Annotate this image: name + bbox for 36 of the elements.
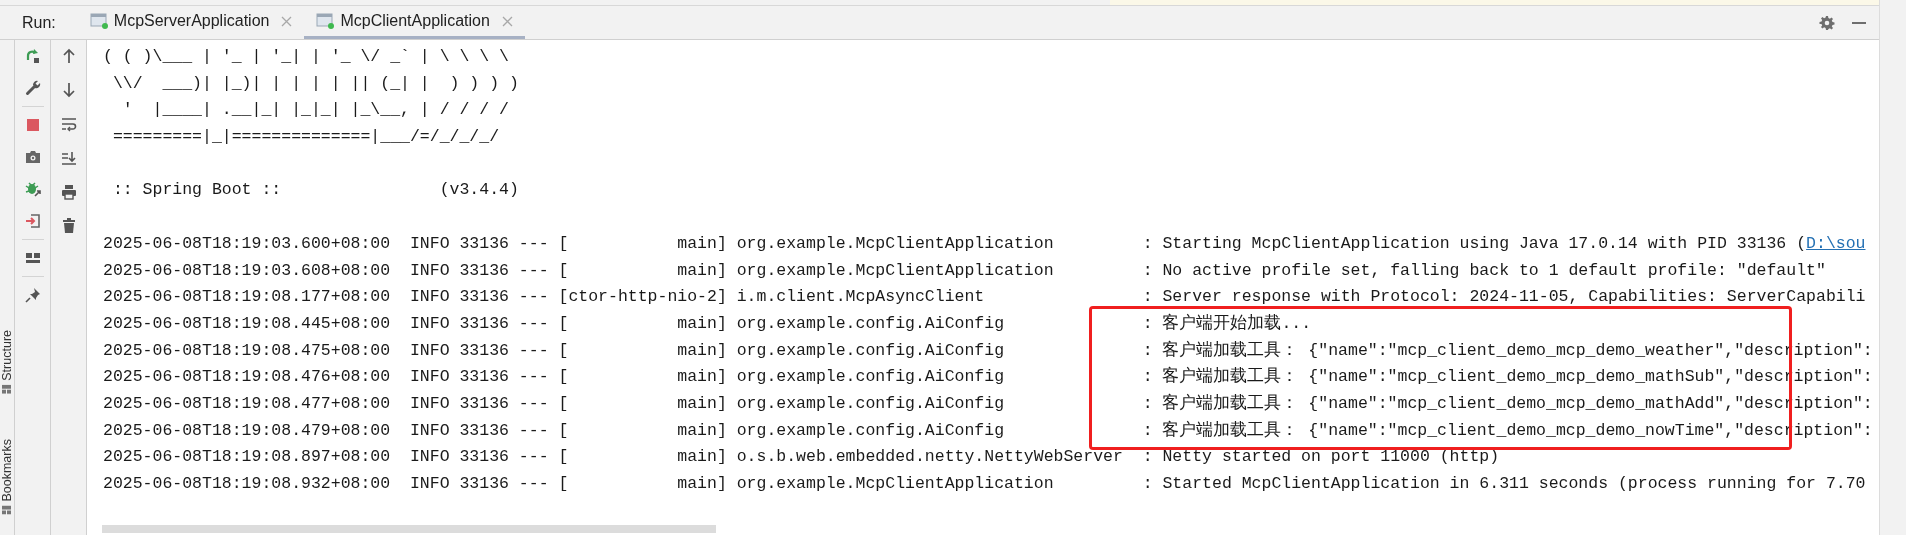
log-line: 2025-06-08T18:19:08.932+08:00 INFO 33136 --- [ main] org.example.McpClientApplication : Started McpClientApplication in 6.311 seconds (process running for 7.70 xyxy=(103,473,1867,495)
run-label: Run: xyxy=(22,13,56,32)
file-link[interactable]: D:\sou xyxy=(1806,233,1866,253)
pin-icon[interactable] xyxy=(24,287,41,303)
bug-icon[interactable] xyxy=(24,181,41,197)
log-line: 2025-06-08T18:19:08.897+08:00 INFO 33136 --- [ main] o.s.b.web.embedded.netty.NettyWebServer : Netty started on port 11000 (http) xyxy=(103,446,1501,469)
side-tab[interactable]: Structure xyxy=(0,329,14,394)
down-arrow-icon[interactable] xyxy=(60,82,77,98)
vertical-scrollbar[interactable] xyxy=(1879,0,1906,535)
scroll-to-end-icon[interactable] xyxy=(60,150,77,166)
exit-icon[interactable] xyxy=(24,213,41,229)
soft-wrap-icon[interactable] xyxy=(60,116,77,132)
tool-window-icon xyxy=(2,506,12,515)
banner-line: \\/ ___)| |_)| | | | | || (_| | ) ) ) ) xyxy=(111,72,520,95)
banner-line: ( ( )\___ | '_ | '_| | '_ \/ _` | \ \ \ \ xyxy=(103,46,510,68)
camera-icon[interactable] xyxy=(24,149,41,165)
print-icon[interactable] xyxy=(60,184,77,200)
log-line: 2025-06-08T18:19:08.177+08:00 INFO 33136 --- [ctor-http-nio-2] i.m.client.McpAsyncClient : Server response with Protocol: 2024-11-05, Capabilities: ServerCapabili xyxy=(103,286,1867,309)
log-line: 2025-06-08T18:19:03.600+08:00 INFO 33136 --- [ main] org.example.McpClientApplication : Starting McpClientApplication using Java 17.0.14 with PID 33136 (D:\sou xyxy=(103,232,1867,255)
side-tab[interactable]: Bookmarks xyxy=(0,439,14,515)
wrench-icon[interactable] xyxy=(24,80,41,96)
trash-icon[interactable] xyxy=(60,218,77,234)
banner-line: :: Spring Boot :: (v3.4.4) xyxy=(111,179,520,202)
application-window-icon xyxy=(316,12,337,30)
layout-icon[interactable] xyxy=(24,250,41,266)
banner-line: =========|_|==============|___/=/_/_/_/ xyxy=(111,126,501,149)
stop-icon[interactable] xyxy=(24,117,41,133)
log-line: 2025-06-08T18:19:08.445+08:00 INFO 33136 --- [ main] org.example.config.AiConfig : 客户端开始加载... xyxy=(103,312,1313,335)
application-window-icon xyxy=(89,12,110,30)
settings-icon[interactable] xyxy=(1819,14,1835,31)
scrollbar-thumb[interactable] xyxy=(102,525,716,533)
log-line: 2025-06-08T18:19:03.608+08:00 INFO 33136 --- [ main] org.example.McpClientApplication : No active profile set, falling back to 1 default profile: "default" xyxy=(103,259,1827,282)
run-tab[interactable]: McpServerApplication xyxy=(77,6,305,39)
rerun-icon[interactable] xyxy=(24,48,41,64)
banner-line: ' |____| .__|_| |_|_| |_\__, | / / / / xyxy=(121,99,510,122)
tool-window-icon xyxy=(2,384,12,394)
